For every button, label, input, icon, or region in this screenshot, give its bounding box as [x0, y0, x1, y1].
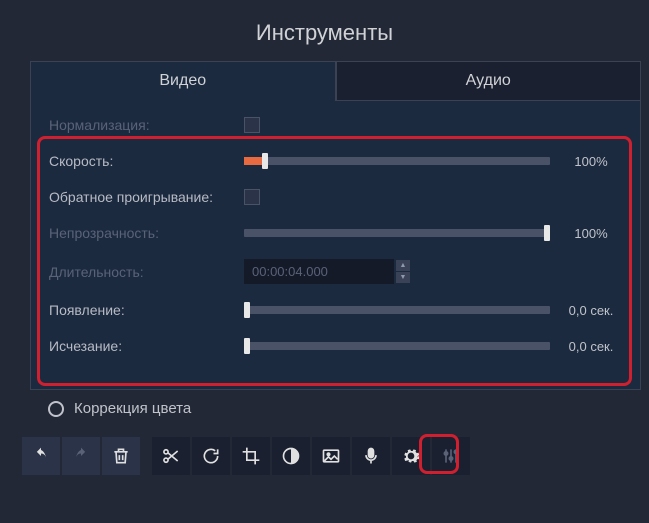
opacity-slider[interactable]	[244, 229, 550, 237]
row-normalization: Нормализация:	[31, 107, 640, 143]
cut-button[interactable]	[152, 437, 190, 475]
image-icon	[321, 446, 341, 466]
row-speed: Скорость: 100%	[31, 143, 640, 179]
undo-button[interactable]	[22, 437, 60, 475]
trash-icon	[111, 446, 131, 466]
settings-button[interactable]	[392, 437, 430, 475]
tabs: Видео Аудио	[30, 61, 641, 101]
row-opacity: Непрозрачность: 100%	[31, 215, 640, 251]
row-reverse: Обратное проигрывание:	[31, 179, 640, 215]
crop-icon	[241, 446, 261, 466]
undo-icon	[31, 446, 51, 466]
mic-button[interactable]	[352, 437, 390, 475]
fadeout-label: Исчезание:	[49, 338, 244, 354]
contrast-icon	[281, 446, 301, 466]
row-duration: Длительность: 00:00:04.000 ▲ ▼	[31, 251, 640, 292]
speed-label: Скорость:	[49, 153, 244, 169]
speed-slider[interactable]	[244, 157, 550, 165]
duration-input[interactable]: 00:00:04.000	[244, 259, 394, 284]
reverse-checkbox[interactable]	[244, 189, 260, 205]
duration-spinner: ▲ ▼	[396, 260, 410, 284]
duration-down[interactable]: ▼	[396, 272, 410, 283]
fadein-label: Появление:	[49, 302, 244, 318]
row-fadeout: Исчезание: 0,0 сек.	[31, 328, 640, 364]
speed-value: 100%	[560, 154, 622, 169]
contrast-button[interactable]	[272, 437, 310, 475]
image-button[interactable]	[312, 437, 350, 475]
fadein-value: 0,0 сек.	[560, 303, 622, 318]
crop-button[interactable]	[232, 437, 270, 475]
duration-label: Длительность:	[49, 264, 244, 280]
redo-icon	[71, 446, 91, 466]
tab-audio[interactable]: Аудио	[336, 61, 642, 101]
content-area: Нормализация: Скорость: 100% Обратное пр…	[30, 101, 641, 390]
scissors-icon	[161, 446, 181, 466]
normalization-label: Нормализация:	[49, 117, 244, 133]
delete-button[interactable]	[102, 437, 140, 475]
circle-icon	[48, 401, 64, 417]
rotate-button[interactable]	[192, 437, 230, 475]
panel-title: Инструменты	[0, 0, 649, 61]
equalizer-button[interactable]	[432, 437, 470, 475]
mic-icon	[361, 446, 381, 466]
toolbar	[22, 437, 649, 475]
rotate-icon	[201, 446, 221, 466]
reverse-label: Обратное проигрывание:	[49, 189, 244, 205]
normalization-checkbox[interactable]	[244, 117, 260, 133]
row-fadein: Появление: 0,0 сек.	[31, 292, 640, 328]
sliders-icon	[441, 446, 461, 466]
fadeout-slider[interactable]	[244, 342, 550, 350]
color-correction-label: Коррекция цвета	[74, 400, 191, 417]
fadeout-value: 0,0 сек.	[560, 339, 622, 354]
redo-button[interactable]	[62, 437, 100, 475]
opacity-label: Непрозрачность:	[49, 225, 244, 241]
tab-video[interactable]: Видео	[30, 61, 336, 101]
duration-up[interactable]: ▲	[396, 260, 410, 271]
opacity-value: 100%	[560, 226, 622, 241]
gear-icon	[401, 446, 421, 466]
fadein-slider[interactable]	[244, 306, 550, 314]
color-correction-row[interactable]: Коррекция цвета	[30, 390, 641, 427]
